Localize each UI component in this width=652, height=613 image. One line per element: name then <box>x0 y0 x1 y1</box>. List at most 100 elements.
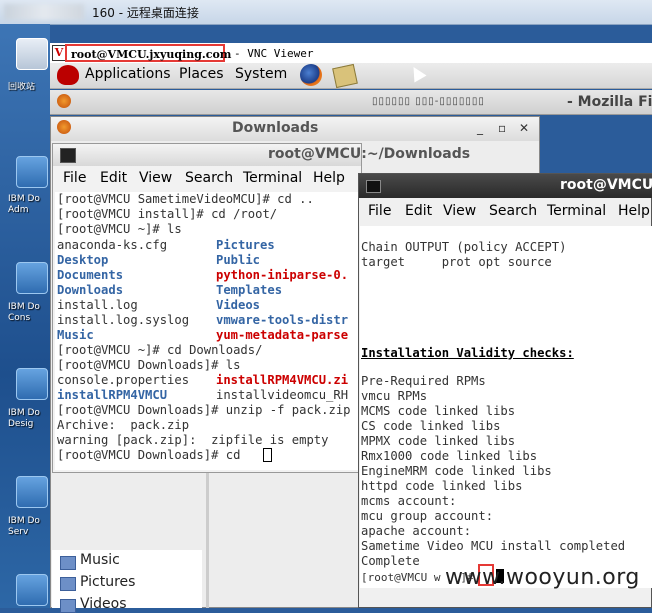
desktop-icon-label: IBM Do <box>8 302 40 312</box>
terminal-line: mcu group account: <box>361 509 494 523</box>
menu-view[interactable]: View <box>443 203 476 219</box>
terminal-dir: Documents <box>57 268 124 282</box>
desktop-icon-label: Adm <box>8 205 29 215</box>
desktop-app-icon[interactable] <box>16 574 48 606</box>
sidebar-item-music[interactable]: Music <box>80 552 120 568</box>
menu-places[interactable]: Places <box>179 66 224 82</box>
sidebar-item-pictures[interactable]: Pictures <box>80 574 135 590</box>
desktop-icon-label: IBM Do <box>8 516 40 526</box>
menu-edit[interactable]: Edit <box>405 203 432 219</box>
terminal-archive: installRPM4VMCU.zi <box>216 373 349 387</box>
terminal-line: Chain OUTPUT (policy ACCEPT) <box>361 240 567 254</box>
pictures-folder-icon <box>60 577 76 591</box>
windows-desktop: 回收站 IBM Do Adm IBM Do Cons IBM Do Desig … <box>0 24 50 608</box>
terminal-line: target prot opt source <box>361 255 552 269</box>
maximize-button[interactable]: ▫ <box>498 121 506 135</box>
menu-search[interactable]: Search <box>489 203 537 219</box>
vnc-host-highlighted: root@VMCU.jxyuqing.com <box>65 44 231 62</box>
desktop-icon-label: IBM Do <box>8 408 40 418</box>
terminal-line: [root@VMCU ~]# ls <box>57 222 182 236</box>
watermark: www.wooyun.org <box>445 565 640 590</box>
terminal-line: anaconda-ks.cfg <box>57 238 168 252</box>
terminal-dir: Music <box>57 328 94 342</box>
menu-help[interactable]: Help <box>618 203 650 219</box>
menu-terminal[interactable]: Terminal <box>547 203 606 219</box>
menu-file[interactable]: File <box>368 203 391 219</box>
terminal-line: Rmx1000 code linked libs <box>361 449 538 463</box>
terminal-output[interactable]: [root@VMCU SametimeVideoMCU]# cd .. [roo… <box>55 192 360 470</box>
terminal-line: Pre-Required RPMs <box>361 374 486 388</box>
text-cursor <box>263 448 272 462</box>
terminal-line: Complete <box>361 554 420 568</box>
terminal-line: mcms account: <box>361 494 457 508</box>
terminal-line: [root@VMCU SametimeVideoMCU]# cd .. <box>57 192 314 206</box>
recycle-bin-icon[interactable] <box>16 38 48 70</box>
terminal-heading: Installation Validity checks: <box>361 346 574 360</box>
terminal-line: [root@VMCU Downloads]# cd <box>57 448 248 462</box>
rdp-blurred-host <box>4 4 84 20</box>
terminal-line: Sametime Video MCU install completed <box>361 539 626 553</box>
ibm-designer-icon[interactable] <box>16 368 48 400</box>
terminal-archive: python-iniparse-0. <box>216 268 349 282</box>
ibm-server-icon[interactable] <box>16 476 48 508</box>
mozilla-title: - Mozilla Fire <box>567 94 652 110</box>
terminal-line: httpd code linked libs <box>361 479 523 493</box>
menu-system[interactable]: System <box>235 66 287 82</box>
terminal-title-front: root@VMCU: <box>560 177 652 193</box>
videos-folder-icon <box>60 599 76 613</box>
terminal-line: warning [pack.zip]: zipfile is empty <box>57 433 329 447</box>
desktop-icon-label: Desig <box>8 419 34 429</box>
terminal-archive: yum-metadata-parse <box>216 328 349 342</box>
vnc-app-title: - VNC Viewer <box>234 47 314 60</box>
terminal-line: installvideomcu_RH <box>216 388 349 402</box>
firefox-launcher-icon[interactable] <box>300 64 322 86</box>
menu-applications[interactable]: Applications <box>85 66 171 82</box>
pane-divider[interactable] <box>206 470 209 608</box>
terminal-line: MCMS code linked libs <box>361 404 516 418</box>
menu-terminal[interactable]: Terminal <box>243 170 302 186</box>
terminal-dir: Templates <box>216 283 283 297</box>
terminal-line: EngineMRM code linked libs <box>361 464 552 478</box>
desktop-icon-label: 回收站 <box>8 82 36 92</box>
terminal-dir: Pictures <box>216 238 275 252</box>
terminal-icon <box>366 180 381 193</box>
terminal-line: vmcu RPMs <box>361 389 428 403</box>
terminal-line: install.log.syslog <box>57 313 190 327</box>
terminal-line: [root@VMCU ~]# cd Downloads/ <box>57 343 263 357</box>
desktop-icon-label: Cons <box>8 313 31 323</box>
terminal-icon <box>60 148 76 163</box>
menu-edit[interactable]: Edit <box>100 170 127 186</box>
terminal-dir: Public <box>216 253 261 267</box>
menu-view[interactable]: View <box>139 170 172 186</box>
firefox-icon <box>57 94 71 108</box>
terminal-dir: Desktop <box>57 253 109 267</box>
terminal-line: console.properties <box>57 373 190 387</box>
terminal-line: Archive: pack.zip <box>57 418 190 432</box>
terminal-dir: vmware-tools-distr <box>216 313 349 327</box>
menu-help[interactable]: Help <box>313 170 345 186</box>
vnc-logo-icon: V <box>52 45 66 61</box>
terminal-line: [root@VMCU Downloads]# unzip -f pack.zip <box>57 403 351 417</box>
terminal-line: [root@VMCU Downloads]# ls <box>57 358 241 372</box>
terminal-line: apache account: <box>361 524 472 538</box>
menu-search[interactable]: Search <box>185 170 233 186</box>
terminal-output-front[interactable]: Chain OUTPUT (policy ACCEPT) target prot… <box>360 226 652 588</box>
terminal-line: install.log <box>57 298 138 312</box>
close-button[interactable]: ✕ <box>519 121 529 135</box>
ibm-console-icon[interactable] <box>16 262 48 294</box>
terminal-line: CS code linked libs <box>361 419 501 433</box>
desktop-icon-label: IBM Do <box>8 194 40 204</box>
ibm-admin-icon[interactable] <box>16 156 48 188</box>
redhat-logo-icon[interactable] <box>57 65 79 85</box>
terminal-dir: installRPM4VMCU <box>57 388 168 402</box>
mozilla-titlebar[interactable] <box>50 90 652 115</box>
rdp-title: 160 - 远程桌面连接 <box>92 6 199 20</box>
mozilla-title-garbled: ▯▯▯▯▯▯ ▯▯▯-▯▯▯▯▯▯▯ <box>372 96 485 107</box>
minimize-button[interactable]: _ <box>477 121 483 135</box>
terminal-dir: Videos <box>216 298 261 312</box>
sidebar-item-videos[interactable]: Videos <box>80 596 127 612</box>
menu-file[interactable]: File <box>63 170 86 186</box>
downloads-title: Downloads <box>232 120 319 136</box>
terminal-title: root@VMCU:~/Downloads <box>268 146 471 162</box>
desktop-icon-label: Serv <box>8 527 29 537</box>
